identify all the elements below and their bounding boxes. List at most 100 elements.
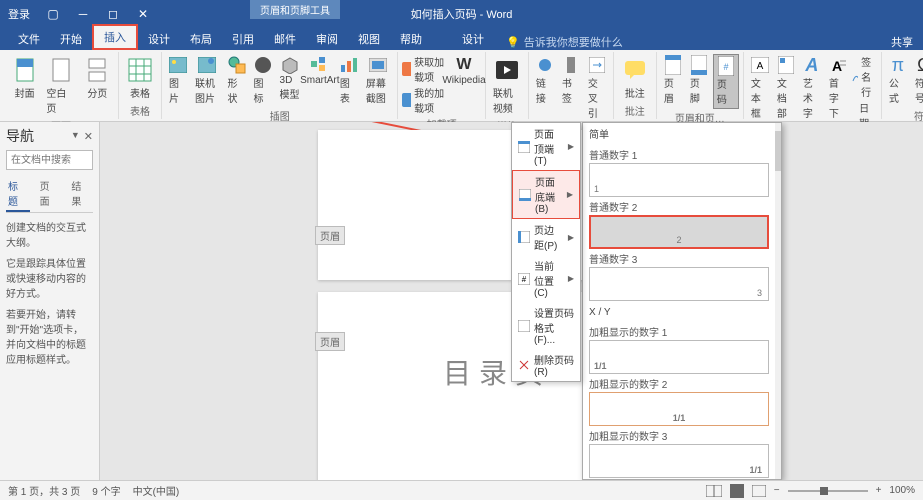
screenshot-button[interactable]: 屏幕截图 bbox=[363, 54, 394, 107]
tab-references[interactable]: 引用 bbox=[222, 28, 264, 50]
zoom-out-button[interactable]: − bbox=[774, 485, 780, 496]
comment-label: 批注 bbox=[625, 85, 645, 100]
3d-models-button[interactable]: 3D模型 bbox=[277, 54, 303, 103]
icons-label: 图标 bbox=[254, 75, 272, 105]
view-web-layout-icon[interactable] bbox=[752, 485, 766, 497]
nav-close-icon[interactable]: ✕ bbox=[84, 130, 93, 143]
wikipedia-label: Wikipedia bbox=[442, 75, 485, 86]
nav-search-input[interactable] bbox=[6, 150, 93, 170]
status-language[interactable]: 中文(中国) bbox=[133, 483, 180, 498]
get-addins-button[interactable]: 获取加载项 bbox=[402, 54, 445, 84]
page-bottom-icon bbox=[519, 189, 531, 201]
tab-contextual-design[interactable]: 设计 bbox=[452, 28, 494, 50]
gallery-item-6-label: 加粗显示的数字 3 bbox=[589, 428, 775, 443]
title-bar: 页眉和页脚工具 如何插入页码 - Word 登录 ▢ ─ ◻ ✕ bbox=[0, 0, 923, 28]
online-video-button[interactable]: 联机视频 bbox=[490, 54, 524, 117]
tab-review[interactable]: 审阅 bbox=[306, 28, 348, 50]
page-number-label: 页码 bbox=[717, 76, 735, 106]
icons-button[interactable]: 图标 bbox=[251, 54, 275, 107]
link-label: 链接 bbox=[536, 75, 554, 105]
gallery-scrollbar[interactable] bbox=[775, 123, 781, 479]
gallery-item-5[interactable]: 1/1 bbox=[589, 392, 769, 426]
symbol-label: 符号 bbox=[915, 75, 923, 105]
footer-label: 页脚 bbox=[690, 75, 708, 105]
cover-page-button[interactable]: 封面 bbox=[8, 54, 41, 102]
tell-me-search[interactable]: 💡 告诉我你想要做什么 bbox=[506, 34, 623, 50]
equation-button[interactable]: π公式 bbox=[886, 54, 910, 107]
nav-tab-pages[interactable]: 页面 bbox=[38, 176, 62, 212]
bookmark-button[interactable]: 书签 bbox=[559, 54, 583, 107]
gallery-item-2[interactable]: 2 bbox=[589, 215, 769, 249]
nav-body-text-2: 它是跟踪具体位置或快速移动内容的好方式。 bbox=[6, 257, 93, 302]
footer-button[interactable]: 页脚 bbox=[687, 54, 711, 107]
dropdown-page-margins[interactable]: 页边距(P)▶ bbox=[512, 219, 580, 255]
wordart-button[interactable]: A艺术字 bbox=[800, 54, 824, 122]
tab-mailings[interactable]: 邮件 bbox=[264, 28, 306, 50]
gallery-item-1[interactable]: 1 bbox=[589, 163, 769, 197]
zoom-level[interactable]: 100% bbox=[889, 485, 915, 496]
blank-page-button[interactable]: 空白页 bbox=[43, 54, 78, 117]
table-button[interactable]: 表格 bbox=[123, 54, 157, 102]
status-word-count[interactable]: 9 个字 bbox=[92, 483, 120, 498]
tab-file[interactable]: 文件 bbox=[8, 28, 50, 50]
3d-models-label: 3D模型 bbox=[280, 75, 300, 101]
group-text: A文本框 文档部件 A艺术字 A首字下沉 签名行 日期和时间 对象 文本 bbox=[744, 52, 882, 119]
tab-home[interactable]: 开始 bbox=[50, 28, 92, 50]
status-page-info[interactable]: 第 1 页，共 3 页 bbox=[8, 483, 80, 498]
pictures-button[interactable]: 图片 bbox=[166, 54, 190, 107]
tab-view[interactable]: 视图 bbox=[348, 28, 390, 50]
dropdown-top-of-page[interactable]: 页面顶端(T)▶ bbox=[512, 123, 580, 170]
online-pictures-button[interactable]: 联机图片 bbox=[192, 54, 223, 107]
ribbon-tabs: 文件 开始 插入 设计 布局 引用 邮件 审阅 视图 帮助 设计 💡 告诉我你想… bbox=[0, 28, 923, 50]
chart-button[interactable]: 图表 bbox=[337, 54, 361, 107]
page-break-button[interactable]: 分页 bbox=[81, 54, 114, 102]
gallery-item-3[interactable]: 3 bbox=[589, 267, 769, 301]
nav-body-text-3: 若要开始，请转到"开始"选项卡，并向文档中的标题应用标题样式。 bbox=[6, 308, 93, 368]
group-addins: 获取加载项 我的加载项 WWikipedia 加载项 bbox=[398, 52, 485, 119]
group-illustrations-label: 插图 bbox=[270, 107, 290, 123]
gallery-item-4[interactable]: 1/1 bbox=[589, 340, 769, 374]
gallery-item-2-label: 普通数字 2 bbox=[589, 199, 775, 214]
header-tag: 页眉 bbox=[315, 332, 345, 351]
nav-tab-headings[interactable]: 标题 bbox=[6, 176, 30, 212]
document-area[interactable]: 页眉 页眉 目录页 页面顶端(T)▶ 页面底端(B)▶ 页边距(P)▶ #当前位… bbox=[100, 122, 923, 480]
scrollbar-thumb[interactable] bbox=[775, 131, 781, 171]
dropdown-remove[interactable]: 删除页码(R) bbox=[512, 349, 580, 381]
symbol-button[interactable]: Ω符号 bbox=[912, 54, 923, 107]
view-print-layout-icon[interactable] bbox=[730, 484, 744, 498]
smartart-button[interactable]: SmartArt bbox=[305, 54, 335, 88]
tab-layout[interactable]: 布局 bbox=[180, 28, 222, 50]
link-button[interactable]: 链接 bbox=[533, 54, 557, 107]
group-illustrations: 图片 联机图片 形状 图标 3D模型 SmartArt 图表 屏幕截图 插图 bbox=[162, 52, 398, 119]
wikipedia-button[interactable]: WWikipedia bbox=[447, 54, 481, 88]
nav-tab-results[interactable]: 结果 bbox=[69, 176, 93, 212]
svg-text:#: # bbox=[522, 275, 527, 284]
page-number-button[interactable]: #页码 bbox=[713, 54, 739, 109]
gallery-item-5-label: 加粗显示的数字 2 bbox=[589, 376, 775, 391]
group-links: 链接 书签 交叉引用 链接 bbox=[529, 52, 614, 119]
nav-dropdown-icon[interactable]: ▼ bbox=[71, 130, 80, 143]
share-button[interactable]: 共享 bbox=[891, 34, 913, 50]
header-button[interactable]: 页眉 bbox=[661, 54, 685, 107]
zoom-slider[interactable] bbox=[788, 490, 868, 492]
view-read-mode-icon[interactable] bbox=[706, 485, 722, 497]
dropdown-format[interactable]: 设置页码格式(F)... bbox=[512, 302, 580, 349]
gallery-item-6[interactable]: 1/1 bbox=[589, 444, 769, 478]
zoom-handle[interactable] bbox=[820, 487, 828, 495]
group-comments-label: 批注 bbox=[625, 102, 645, 118]
ribbon-display-options[interactable]: ▢ bbox=[38, 0, 68, 28]
text-box-button[interactable]: A文本框 bbox=[748, 54, 772, 122]
my-addins-button[interactable]: 我的加载项 bbox=[402, 85, 445, 115]
tab-insert[interactable]: 插入 bbox=[92, 24, 138, 50]
dropdown-bottom-of-page[interactable]: 页面底端(B)▶ bbox=[512, 170, 580, 219]
zoom-in-button[interactable]: + bbox=[876, 485, 882, 496]
login-button[interactable]: 登录 bbox=[0, 6, 38, 22]
signature-button[interactable]: 签名行 bbox=[852, 54, 877, 99]
dropdown-current-position[interactable]: #当前位置(C)▶ bbox=[512, 255, 580, 302]
navigation-pane: 导航 ▼ ✕ 标题 页面 结果 创建文档的交互式大纲。 它是跟踪具体位置或快速移… bbox=[0, 122, 100, 480]
shapes-button[interactable]: 形状 bbox=[225, 54, 249, 107]
tab-design[interactable]: 设计 bbox=[138, 28, 180, 50]
header-tag: 页眉 bbox=[315, 226, 345, 245]
tab-help[interactable]: 帮助 bbox=[390, 28, 432, 50]
comment-button[interactable]: 批注 bbox=[618, 54, 652, 102]
